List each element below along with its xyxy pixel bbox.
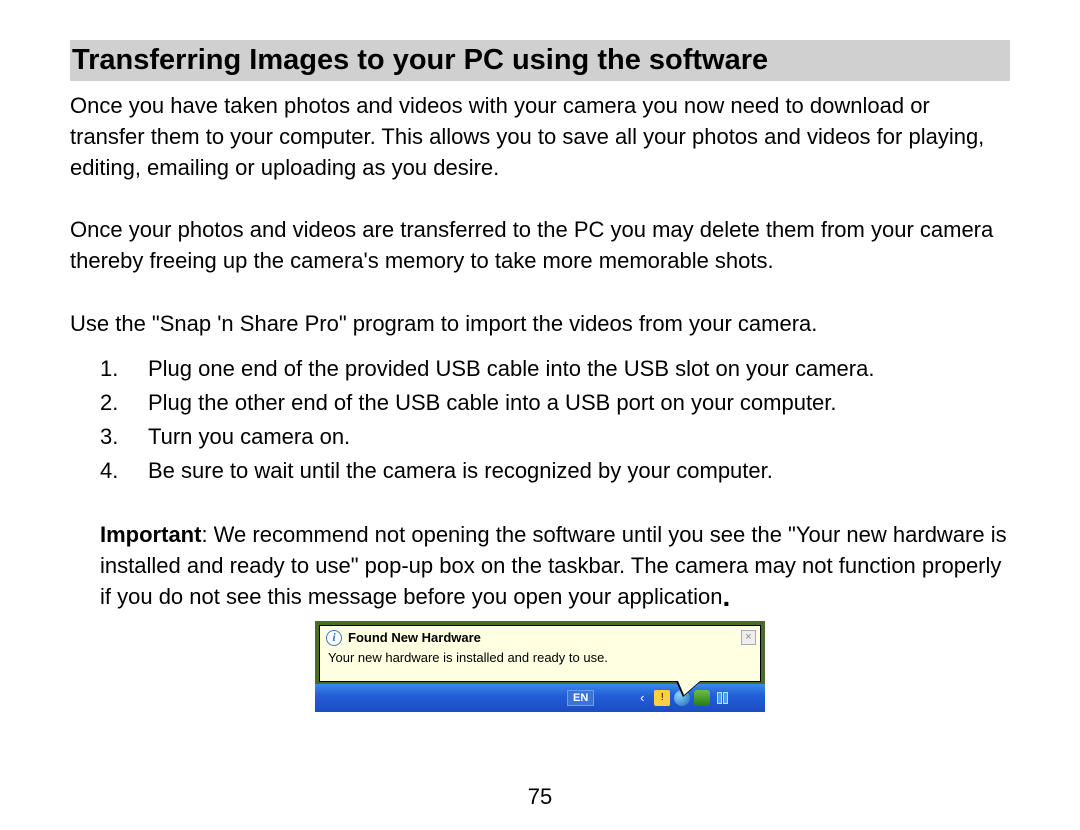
intro-paragraph-2: Once your photos and videos are transfer… (70, 215, 1010, 277)
important-label: Important (100, 522, 201, 547)
list-text: Be sure to wait until the camera is reco… (148, 454, 773, 488)
instruction-lead: Use the "Snap 'n Share Pro" program to i… (70, 309, 1010, 340)
notification-balloon: i Found New Hardware × Your new hardware… (319, 625, 761, 682)
intro-paragraph-1: Once you have taken photos and videos wi… (70, 91, 1010, 183)
balloon-pointer (678, 681, 700, 695)
desktop-background: i Found New Hardware × Your new hardware… (315, 621, 765, 712)
list-text: Plug one end of the provided USB cable i… (148, 352, 874, 386)
list-text: Turn you camera on. (148, 420, 350, 454)
list-item: 3. Turn you camera on. (100, 420, 1010, 454)
list-number: 2. (100, 386, 148, 420)
language-indicator[interactable]: EN (567, 690, 594, 706)
balloon-title: Found New Hardware (348, 630, 481, 645)
info-icon: i (326, 630, 342, 646)
list-number: 1. (100, 352, 148, 386)
list-number: 3. (100, 420, 148, 454)
list-item: 1. Plug one end of the provided USB cabl… (100, 352, 1010, 386)
important-note: Important: We recommend not opening the … (100, 520, 1010, 612)
important-text: : We recommend not opening the software … (100, 522, 1007, 609)
close-icon[interactable]: × (741, 630, 756, 645)
page-number: 75 (0, 784, 1080, 810)
tray-expand-icon[interactable]: ‹ (634, 690, 650, 706)
list-text: Plug the other end of the USB cable into… (148, 386, 837, 420)
section-heading: Transferring Images to your PC using the… (70, 40, 1010, 81)
list-item: 4. Be sure to wait until the camera is r… (100, 454, 1010, 488)
bullet-dot-icon: . (723, 581, 731, 612)
list-item: 2. Plug the other end of the USB cable i… (100, 386, 1010, 420)
balloon-body: Your new hardware is installed and ready… (320, 648, 760, 681)
connection-icon[interactable] (714, 690, 730, 706)
numbered-list: 1. Plug one end of the provided USB cabl… (100, 352, 1010, 488)
list-number: 4. (100, 454, 148, 488)
popup-screenshot: i Found New Hardware × Your new hardware… (70, 621, 1010, 712)
security-shield-icon[interactable]: ! (654, 690, 670, 706)
